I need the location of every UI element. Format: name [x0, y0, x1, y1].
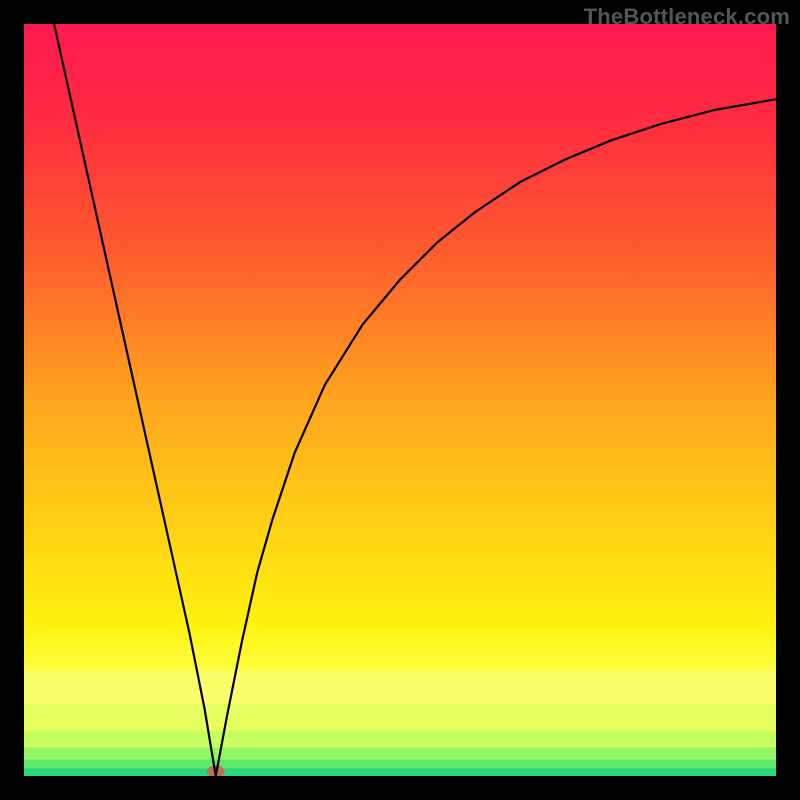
chart-svg [24, 24, 776, 776]
chart-plot-area [24, 24, 776, 776]
bottom-bands [24, 671, 776, 776]
chart-frame: TheBottleneck.com [0, 0, 800, 800]
